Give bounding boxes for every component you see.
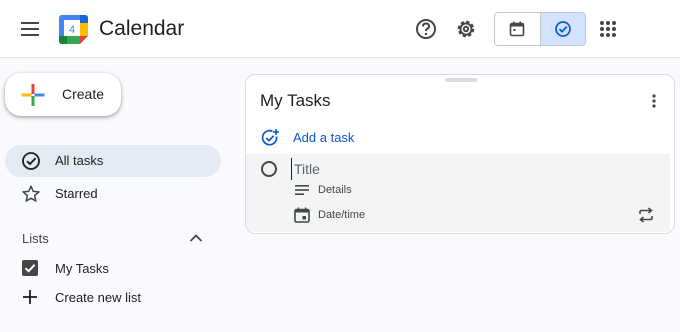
task-list-card: My Tasks Add a task Details [245, 74, 675, 234]
sidebar-item-label: Starred [55, 186, 98, 201]
repeat-icon[interactable] [636, 205, 656, 225]
create-button[interactable]: Create [5, 73, 121, 116]
google-apps-button[interactable] [592, 13, 624, 45]
calendar-event-icon [294, 207, 310, 223]
star-icon [22, 185, 40, 202]
add-task-button[interactable]: Add a task [260, 127, 400, 149]
create-new-list-label: Create new list [55, 290, 141, 305]
task-list-title: My Tasks [260, 91, 331, 110]
task-details-field[interactable]: Details [293, 180, 493, 200]
new-task-row: Details Date/time [246, 154, 670, 232]
drag-handle[interactable] [445, 78, 477, 82]
top-bar: 4 Calendar [0, 0, 680, 58]
complete-task-circle[interactable] [261, 161, 277, 177]
app-title: Calendar [99, 17, 185, 40]
hamburger-menu-icon [21, 22, 39, 36]
sidebar-item-label: All tasks [55, 153, 104, 168]
sidebar-item-starred[interactable]: Starred [5, 178, 221, 210]
lists-section-header: Lists [22, 231, 49, 246]
plus-icon [23, 290, 37, 304]
create-button-label: Create [62, 86, 105, 102]
check-circle-icon [22, 152, 40, 170]
task-title-input[interactable] [291, 158, 651, 180]
chevron-up-icon[interactable] [186, 228, 206, 248]
calendar-logo-icon[interactable]: 4 [59, 15, 88, 44]
calendar-icon [510, 21, 525, 37]
settings-button[interactable] [450, 13, 482, 45]
apps-grid-icon [600, 21, 616, 37]
add-task-icon [261, 129, 279, 146]
create-new-list-button[interactable]: Create new list [20, 285, 220, 309]
date-time-label: Date/time [318, 209, 366, 221]
more-vert-icon [652, 94, 656, 108]
main-menu-button[interactable] [14, 13, 46, 45]
task-check-icon [555, 21, 571, 37]
list-options-button[interactable] [642, 89, 666, 113]
list-item-label: My Tasks [55, 261, 109, 276]
notes-icon [295, 185, 309, 195]
tasks-view-button[interactable] [539, 13, 585, 45]
help-button[interactable] [410, 13, 442, 45]
logo-day-number: 4 [69, 24, 75, 36]
sidebar-item-all-tasks[interactable]: All tasks [5, 145, 221, 177]
colored-plus-icon [21, 84, 45, 106]
add-task-label: Add a task [293, 130, 355, 145]
checked-checkbox-icon[interactable] [20, 258, 40, 278]
task-date-time-field[interactable]: Date/time [293, 205, 493, 225]
help-circle-icon [416, 19, 436, 39]
list-item-my-tasks[interactable]: My Tasks [20, 256, 220, 280]
details-label: Details [318, 184, 352, 196]
view-switcher [494, 12, 586, 46]
gear-icon [457, 20, 475, 38]
calendar-view-button[interactable] [495, 13, 540, 45]
